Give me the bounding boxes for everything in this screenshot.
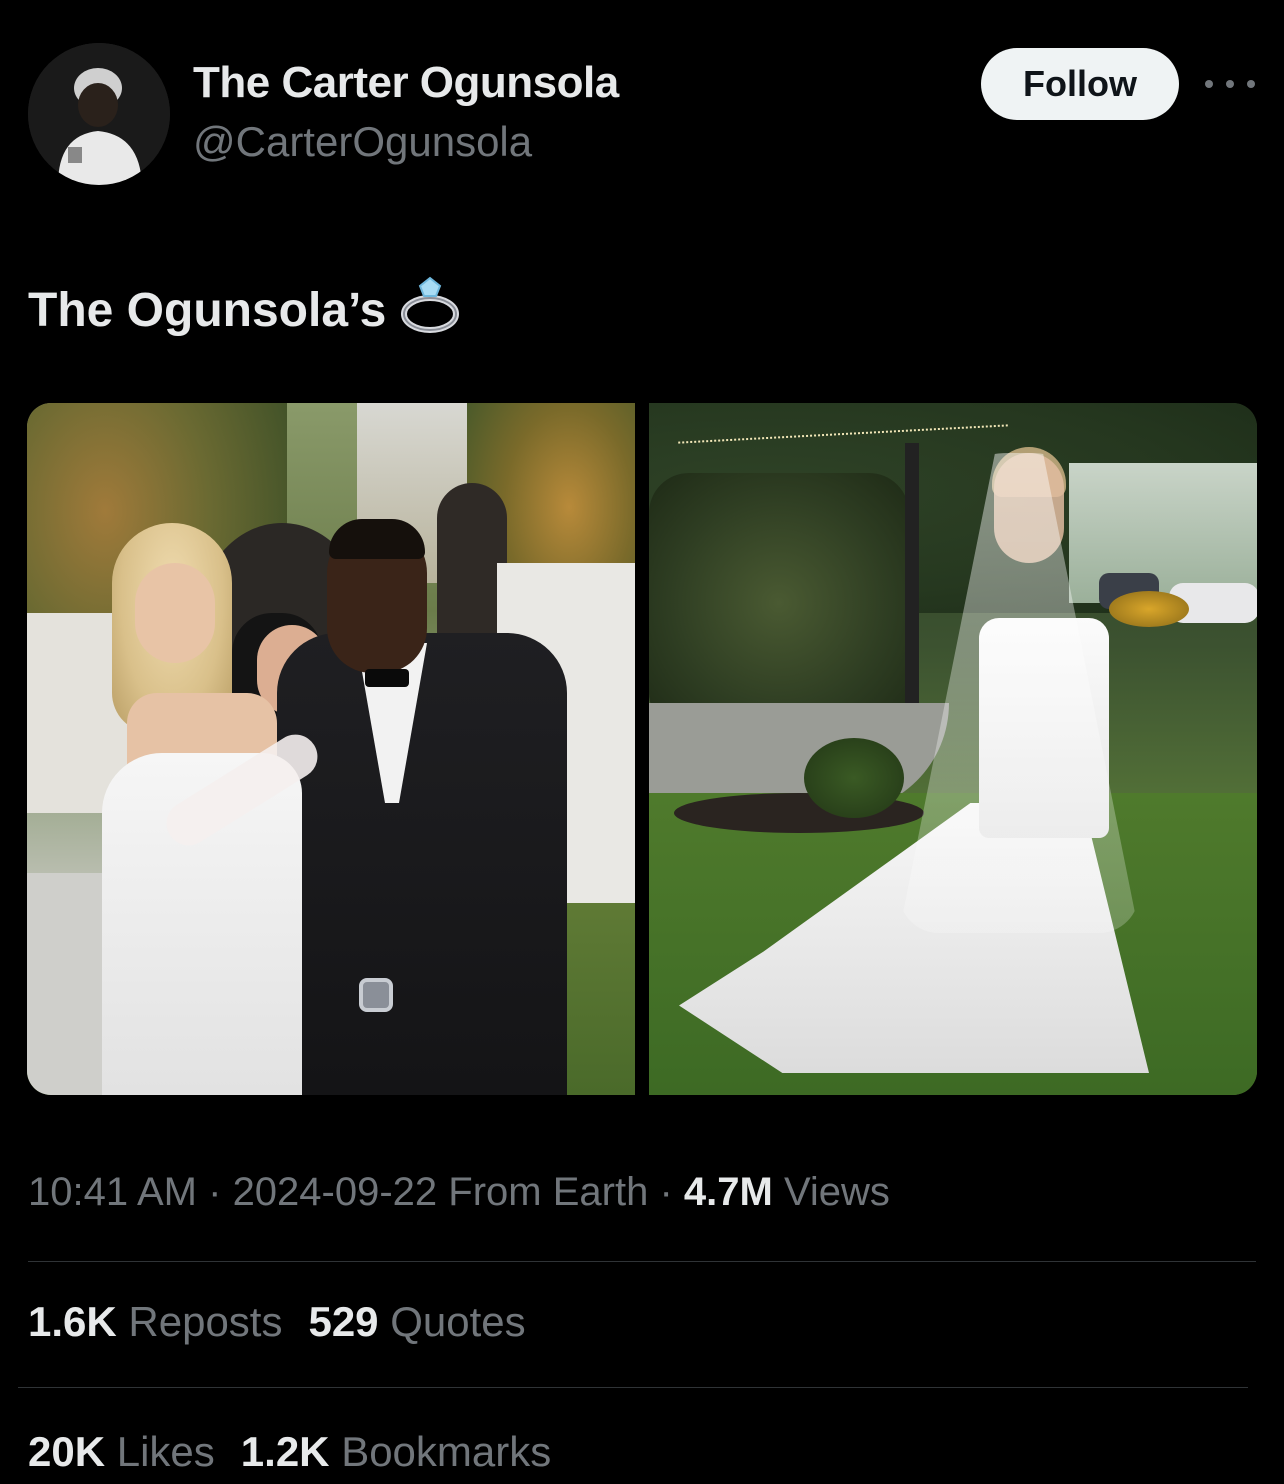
- author-name[interactable]: The Carter Ogunsola: [193, 58, 619, 108]
- author-handle[interactable]: @CarterOgunsola: [193, 118, 532, 166]
- likes-count: 20K: [28, 1428, 106, 1475]
- meta-separator: ·: [648, 1170, 684, 1214]
- photo-bride-and-groom[interactable]: [27, 403, 635, 1095]
- bookmarks-count: 1.2K: [240, 1428, 330, 1475]
- photo-bride-in-veil[interactable]: [649, 403, 1257, 1095]
- tweet-page: The Carter Ogunsola @CarterOgunsola Foll…: [0, 0, 1284, 1484]
- post-date[interactable]: 2024-09-22: [233, 1170, 438, 1214]
- likes-label: Likes: [116, 1428, 215, 1475]
- bookmarks-label: Bookmarks: [341, 1428, 552, 1475]
- quotes-label: Quotes: [390, 1298, 526, 1345]
- stats-row-reposts-quotes: 1.6K Reposts 529 Quotes: [28, 1298, 526, 1346]
- meta-separator: ·: [197, 1170, 233, 1214]
- post-meta: 10:41 AM · 2024-09-22 From Earth · 4.7M …: [28, 1170, 890, 1215]
- ring-emoji-icon: [400, 272, 464, 348]
- follow-button[interactable]: Follow: [981, 48, 1179, 120]
- divider: [18, 1387, 1248, 1388]
- post-text-content: The Ogunsola’s: [28, 283, 387, 337]
- reposts-count: 1.6K: [28, 1298, 117, 1345]
- views-count: 4.7M: [683, 1170, 773, 1214]
- reposts-stat[interactable]: 1.6K Reposts: [28, 1298, 282, 1346]
- post-source: From Earth: [448, 1170, 649, 1214]
- author-avatar[interactable]: [28, 43, 170, 185]
- media-grid: [27, 403, 1257, 1095]
- reposts-label: Reposts: [128, 1298, 283, 1345]
- more-horizontal-icon[interactable]: [1205, 70, 1255, 98]
- post-text: The Ogunsola’s: [28, 272, 464, 348]
- post-time[interactable]: 10:41 AM: [28, 1170, 197, 1214]
- quotes-stat[interactable]: 529 Quotes: [308, 1298, 525, 1346]
- quotes-count: 529: [308, 1298, 379, 1345]
- views-label: Views: [783, 1170, 890, 1214]
- likes-stat[interactable]: 20K Likes: [28, 1428, 215, 1476]
- stats-row-likes-bookmarks: 20K Likes 1.2K Bookmarks: [28, 1428, 551, 1476]
- divider: [28, 1261, 1256, 1262]
- bookmarks-stat[interactable]: 1.2K Bookmarks: [241, 1428, 551, 1476]
- avatar-image: [28, 43, 170, 185]
